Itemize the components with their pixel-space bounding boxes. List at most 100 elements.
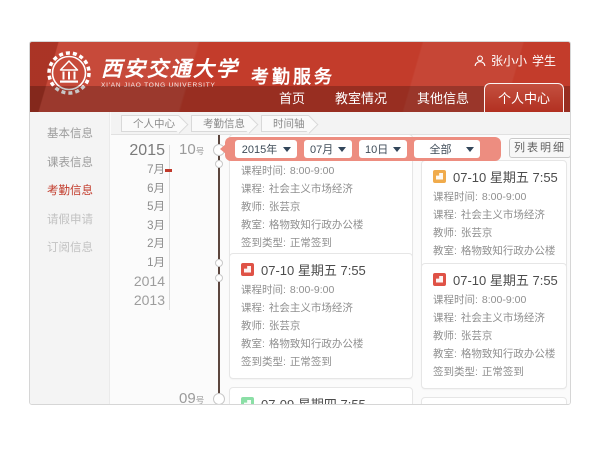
card-field: 教室:格物致知行政办公楼 (241, 335, 401, 353)
sidebar-item-basic-info[interactable]: 基本信息 (30, 120, 109, 149)
app-window: 西安交通大学 XI'AN JIAO TONG UNIVERSITY 考勤服务 张… (29, 41, 571, 405)
user-role: 学生 (532, 52, 556, 69)
field-label: 教师: (433, 327, 457, 345)
card-field: 教室:格物致知行政办公楼 (433, 242, 555, 260)
card-date: 07-10 星期五 7:55 (453, 167, 558, 186)
card-field: 教师:张芸京 (433, 224, 555, 242)
field-value: 格物致知行政办公楼 (461, 345, 556, 363)
field-value: 社会主义市场经济 (269, 299, 353, 317)
field-label: 课程: (241, 299, 265, 317)
sidebar-item-subscription-info[interactable]: 订阅信息 (30, 234, 109, 263)
rail-item-2015[interactable]: 2015 (115, 140, 165, 161)
nav-item-home[interactable]: 首页 (264, 86, 320, 112)
nav-item-classrooms[interactable]: 教室情况 (320, 86, 402, 112)
field-value: 正常签到 (482, 363, 524, 381)
rail-item-2014[interactable]: 2014 (115, 272, 165, 291)
card-field: 课程时间:8:00-9:00 (241, 162, 401, 180)
main-nav: 首页教室情况其他信息个人中心 (30, 86, 570, 112)
breadcrumb-label: 时间轴 (273, 118, 305, 130)
breadcrumb-item-1[interactable]: 考勤信息 (191, 115, 249, 132)
day-marker-10: 10号 (179, 141, 204, 159)
field-label: 课程时间: (241, 162, 286, 180)
content-area: 个人中心 考勤信息 时间轴 20157月6月5月3月2月1月20142013 10号… (111, 112, 570, 404)
breadcrumb: 个人中心 考勤信息 时间轴 (111, 112, 570, 135)
field-label: 教师: (433, 224, 457, 242)
user-account-chip[interactable]: 张小小 学生 (474, 52, 556, 69)
card-field: 教师:张芸京 (433, 327, 555, 345)
chevron-down-icon (338, 147, 346, 152)
field-label: 教室: (433, 345, 457, 363)
field-value: 格物致知行政办公楼 (269, 216, 364, 234)
breadcrumb-item-2[interactable]: 时间轴 (261, 115, 309, 132)
card-field: 课程:社会主义市场经济 (241, 180, 401, 198)
field-value: 8:00-9:00 (290, 281, 334, 299)
sidebar-item-attendance-info[interactable]: 考勤信息 (30, 177, 109, 206)
field-value: 格物致知行政办公楼 (461, 242, 556, 260)
filter-bubble: 2015年 07月 10日 全部 (225, 137, 501, 161)
rail-item-6月[interactable]: 6月 (115, 180, 165, 199)
rail-item-2月[interactable]: 2月 (115, 235, 165, 254)
timeline-dot-small (215, 160, 223, 168)
field-label: 课程: (241, 180, 265, 198)
field-label: 教室: (241, 216, 265, 234)
field-value: 正常签到 (290, 353, 332, 371)
list-detail-button[interactable]: 列表明细 (509, 138, 570, 158)
card-header: 07-09 星期四 7:55 (241, 394, 401, 404)
card-date: 07-09 星期四 7:55 (261, 394, 366, 405)
field-label: 课程时间: (241, 281, 286, 299)
field-value: 正常签到 (290, 234, 332, 252)
field-value: 格物致知行政办公楼 (269, 335, 364, 353)
attendance-card-r3-right (421, 397, 567, 404)
card-field: 课程:社会主义市场经济 (241, 299, 401, 317)
card-field: 课程:社会主义市场经济 (433, 309, 555, 327)
timeline-dot-large (213, 393, 225, 404)
field-value: 张芸京 (461, 327, 493, 345)
card-date: 07-10 星期五 7:55 (261, 260, 366, 279)
rail-item-1月[interactable]: 1月 (115, 254, 165, 273)
field-value: 张芸京 (269, 198, 301, 216)
sidebar-item-leave-request[interactable]: 请假申请 (30, 206, 109, 235)
field-label: 课程时间: (433, 188, 478, 206)
rail-item-5月[interactable]: 5月 (115, 198, 165, 217)
attendance-card-r2-right: 07-10 星期五 7:55课程时间:8:00-9:00课程:社会主义市场经济教… (421, 263, 567, 389)
card-field: 签到类型:正常签到 (241, 234, 401, 252)
breadcrumb-label: 个人中心 (133, 118, 175, 130)
orange-calendar-icon (433, 170, 446, 183)
red-calendar-icon (433, 273, 446, 286)
attendance-card-r2-left: 07-10 星期五 7:55课程时间:8:00-9:00课程:社会主义市场经济教… (229, 253, 413, 379)
month-select[interactable]: 07月 (304, 140, 352, 158)
user-name: 张小小 (491, 52, 527, 69)
red-calendar-icon (241, 263, 254, 276)
rail-item-2013[interactable]: 2013 (115, 291, 165, 310)
nav-item-other-info[interactable]: 其他信息 (402, 86, 484, 112)
field-label: 课程时间: (433, 291, 478, 309)
field-label: 教师: (241, 317, 265, 335)
nav-item-personal-center[interactable]: 个人中心 (484, 83, 564, 112)
card-header: 07-10 星期五 7:55 (241, 260, 401, 278)
current-month-tick (165, 169, 172, 172)
card-field: 教室:格物致知行政办公楼 (241, 216, 401, 234)
card-field: 教师:张芸京 (241, 317, 401, 335)
year-select[interactable]: 2015年 (235, 140, 297, 158)
field-value: 8:00-9:00 (290, 162, 334, 180)
day-marker-09: 09号 (179, 390, 204, 404)
sidebar-item-timetable-info[interactable]: 课表信息 (30, 149, 109, 178)
card-field: 签到类型:正常签到 (241, 353, 401, 371)
day-select[interactable]: 10日 (359, 140, 407, 158)
field-value: 8:00-9:00 (482, 291, 526, 309)
chevron-down-icon (466, 147, 474, 152)
breadcrumb-item-0[interactable]: 个人中心 (121, 115, 179, 132)
type-select[interactable]: 全部 (414, 140, 480, 158)
field-value: 社会主义市场经济 (269, 180, 353, 198)
card-field: 签到类型:正常签到 (433, 363, 555, 381)
rail-item-3月[interactable]: 3月 (115, 217, 165, 236)
card-field: 课程时间:8:00-9:00 (241, 281, 401, 299)
field-label: 签到类型: (433, 363, 478, 381)
field-value: 8:00-9:00 (482, 188, 526, 206)
timeline-panel: 20157月6月5月3月2月1月20142013 10号 09号 2015年 0… (111, 135, 570, 404)
field-value: 张芸京 (269, 317, 301, 335)
app-header: 西安交通大学 XI'AN JIAO TONG UNIVERSITY 考勤服务 张… (30, 42, 570, 112)
rail-item-7月[interactable]: 7月 (115, 161, 165, 180)
field-label: 课程: (433, 309, 457, 327)
field-label: 签到类型: (241, 353, 286, 371)
